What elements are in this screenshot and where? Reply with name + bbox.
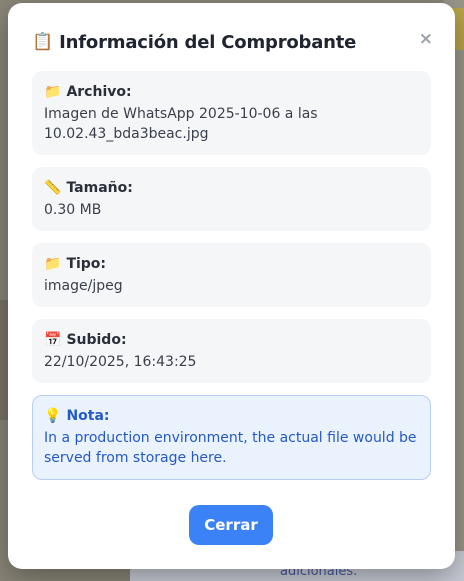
detail-label: Tamaño:	[66, 180, 133, 196]
detail-label: Subido:	[66, 332, 127, 348]
file-size-value: 0.30 MB	[44, 202, 102, 218]
file-type-value: image/jpeg	[44, 278, 123, 294]
modal-header: 📋 Información del Comprobante ×	[32, 29, 433, 55]
lightbulb-icon: 💡	[44, 408, 62, 424]
note-label: Nota:	[66, 408, 110, 424]
close-icon[interactable]: ×	[419, 31, 433, 48]
note-box: 💡 Nota: In a production environment, the…	[32, 395, 431, 480]
clipboard-icon: 📋	[32, 31, 54, 52]
detail-card-uploaded: 📅 Subido: 22/10/2025, 16:43:25	[32, 319, 431, 383]
ruler-icon: 📏	[44, 180, 62, 196]
detail-label: Archivo:	[66, 84, 132, 100]
note-text: In a production environment, the actual …	[44, 430, 417, 466]
file-name-value: Imagen de WhatsApp 2025-10-06 a las 10.0…	[44, 106, 318, 142]
folder-icon: 📁	[44, 256, 62, 272]
uploaded-date-value: 22/10/2025, 16:43:25	[44, 354, 197, 370]
detail-card-file: 📁 Archivo: Imagen de WhatsApp 2025-10-06…	[32, 71, 431, 155]
receipt-info-modal: 📋 Información del Comprobante × 📁 Archiv…	[8, 3, 455, 569]
detail-card-size: 📏 Tamaño: 0.30 MB	[32, 167, 431, 231]
detail-label: Tipo:	[66, 256, 107, 272]
detail-card-type: 📁 Tipo: image/jpeg	[32, 243, 431, 307]
folder-icon: 📁	[44, 84, 62, 100]
modal-title: Información del Comprobante	[59, 31, 357, 53]
close-button[interactable]: Cerrar	[189, 505, 273, 545]
calendar-icon: 📅	[44, 332, 62, 348]
